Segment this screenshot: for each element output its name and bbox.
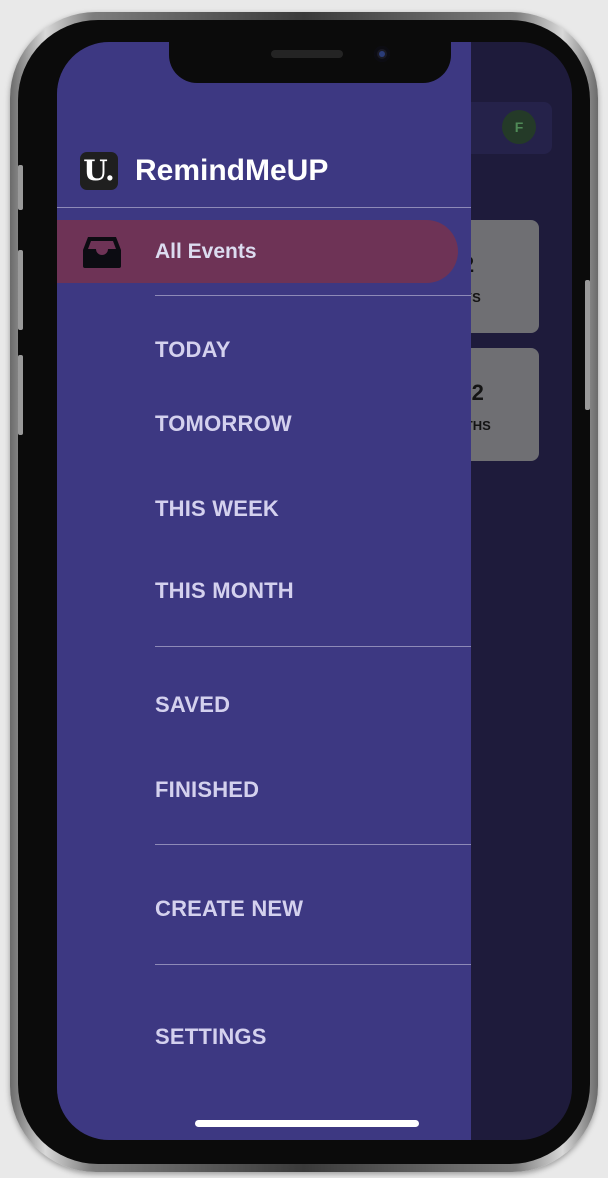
phone-power-button — [585, 280, 590, 410]
divider — [155, 646, 471, 647]
brand-header: U. RemindMeUP — [80, 152, 328, 190]
drawer-item-today[interactable]: TODAY — [155, 337, 231, 363]
phone-volume-down-button — [18, 355, 23, 435]
drawer-item-all-events[interactable]: All Events — [57, 220, 458, 283]
divider — [155, 844, 471, 845]
drawer-item-this-week[interactable]: THIS WEEK — [155, 496, 279, 522]
drawer-item-create-new[interactable]: CREATE NEW — [155, 896, 303, 922]
phone-notch — [169, 42, 451, 83]
inbox-icon — [83, 237, 121, 268]
app-logo: U. — [80, 152, 118, 190]
divider — [57, 207, 471, 208]
user-avatar[interactable]: F — [502, 110, 536, 144]
home-indicator[interactable] — [195, 1120, 419, 1127]
drawer-item-this-month[interactable]: THIS MONTH — [155, 578, 294, 604]
drawer-item-saved[interactable]: SAVED — [155, 692, 230, 718]
front-camera — [374, 46, 390, 62]
navigation-drawer: U. RemindMeUP All Events TODAY TOMORROW … — [57, 42, 471, 1140]
phone-side-button — [18, 165, 23, 210]
app-title: RemindMeUP — [135, 154, 329, 187]
speaker-grille — [271, 50, 343, 58]
drawer-item-label: All Events — [155, 240, 257, 263]
app-logo-text: U. — [83, 154, 115, 187]
divider — [155, 964, 471, 965]
phone-screen: F 2 AYS -12 ONTHS U. RemindMeUP All Even… — [57, 42, 572, 1140]
phone-volume-up-button — [18, 250, 23, 330]
drawer-item-finished[interactable]: FINISHED — [155, 777, 259, 803]
drawer-item-tomorrow[interactable]: TOMORROW — [155, 411, 292, 437]
drawer-item-settings[interactable]: SETTINGS — [155, 1024, 267, 1050]
divider — [155, 295, 471, 296]
